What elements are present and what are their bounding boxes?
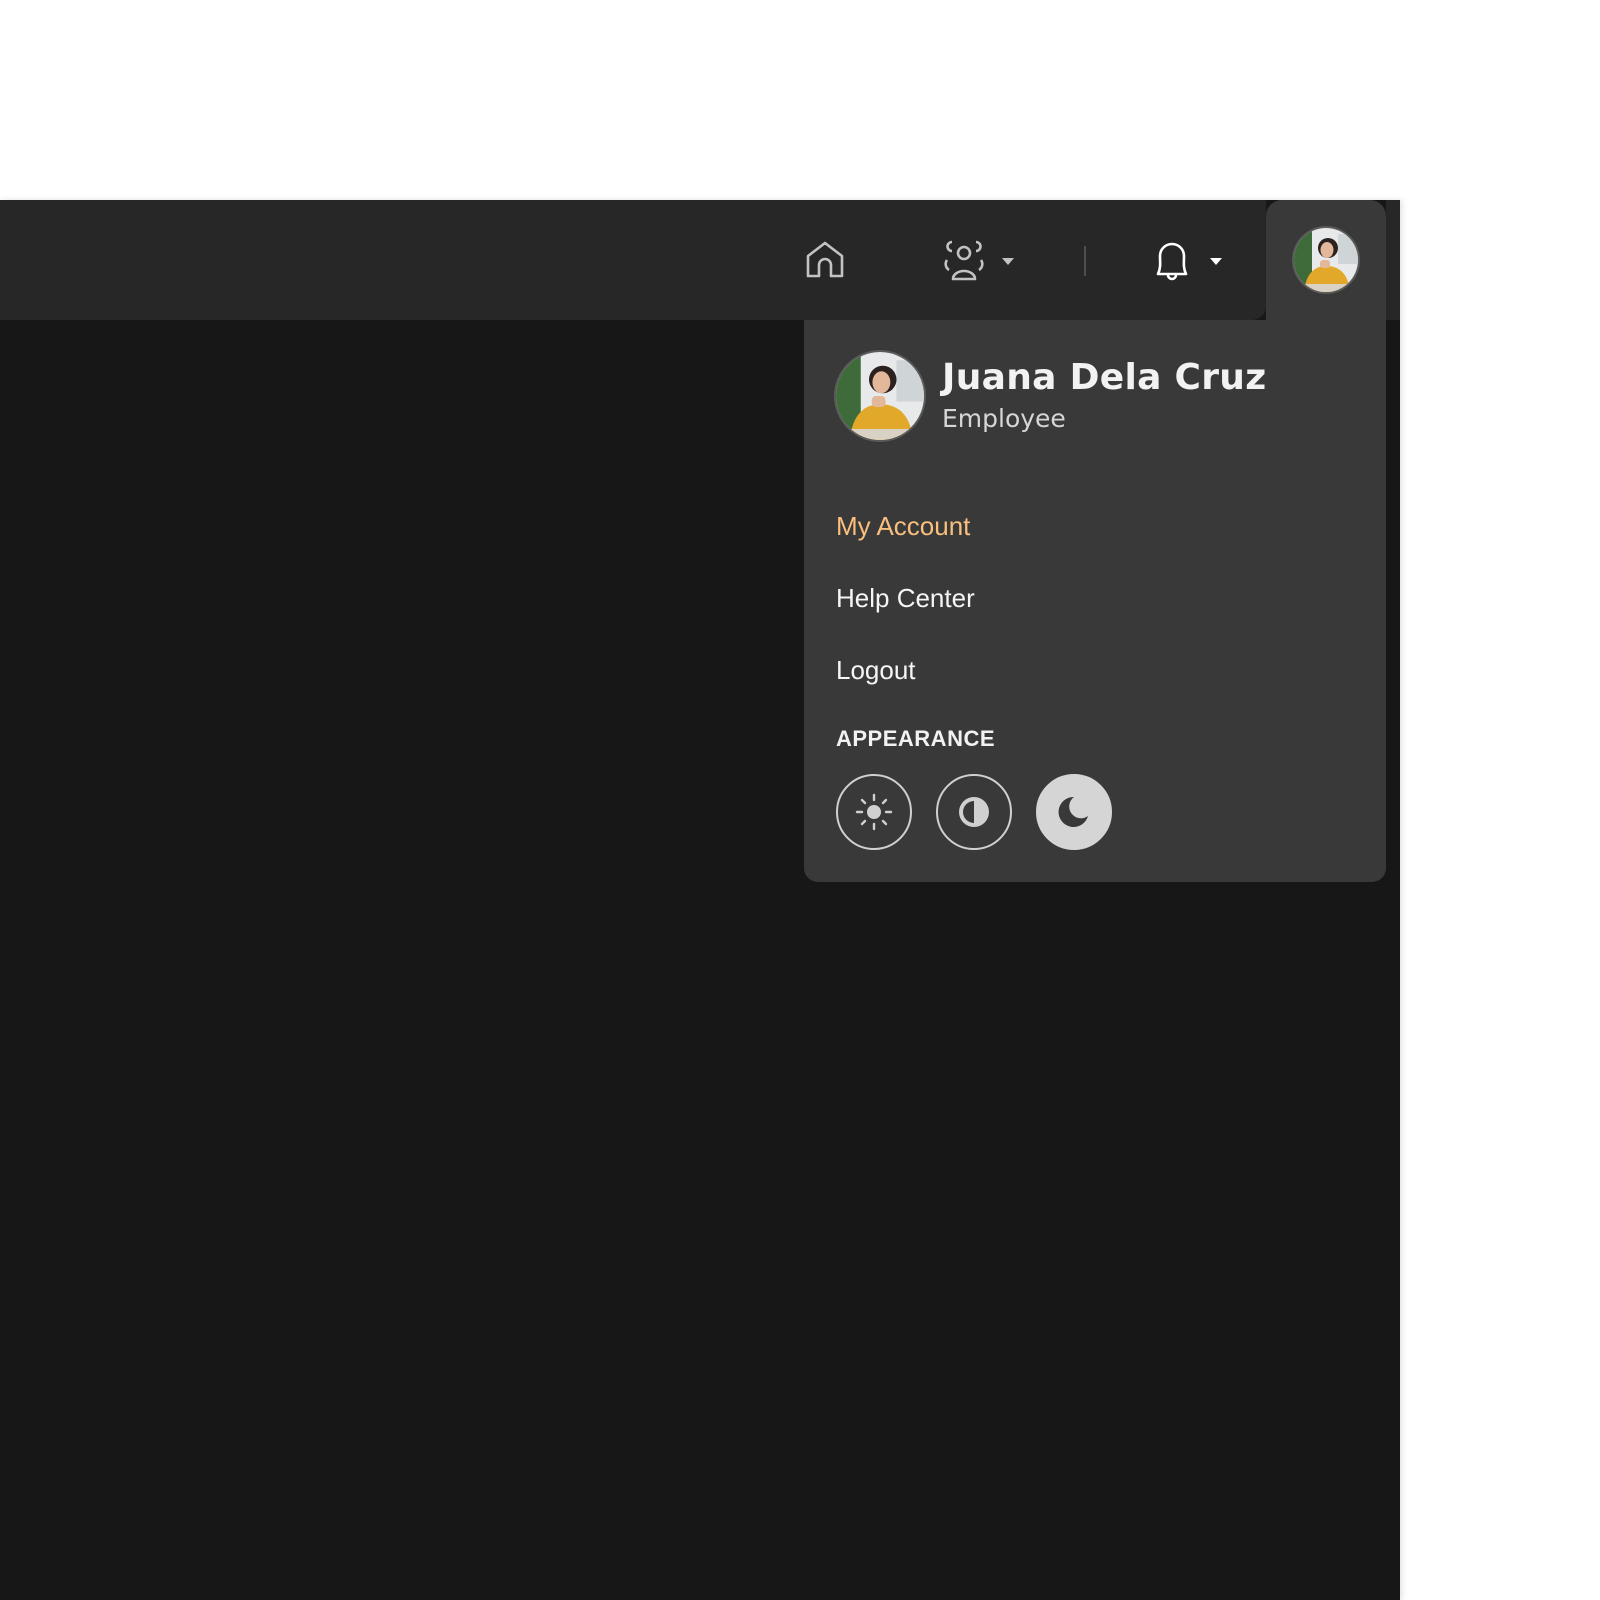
chevron-down-icon (1210, 257, 1222, 265)
theme-light-button[interactable] (836, 774, 912, 850)
profile-menu-list: My Account Help Center Logout (836, 490, 1356, 706)
profile-menu-button[interactable] (1266, 200, 1386, 330)
team-menu-button[interactable] (940, 238, 1014, 284)
moon-icon (1058, 796, 1088, 827)
appearance-options (836, 774, 1112, 850)
contrast-icon (959, 797, 989, 827)
menu-item-my-account[interactable]: My Account (836, 490, 1356, 562)
chevron-down-icon (1002, 257, 1014, 265)
user-name: Juana Dela Cruz (942, 357, 1267, 398)
top-header (0, 200, 1266, 320)
app-window: Juana Dela Cruz Employee My Account Help… (0, 200, 1400, 1600)
theme-system-button[interactable] (936, 774, 1012, 850)
sun-icon (855, 793, 893, 831)
home-button[interactable] (803, 238, 847, 282)
avatar-photo (836, 352, 924, 440)
header-right-edge (1386, 200, 1400, 320)
header-divider (1084, 246, 1086, 276)
user-role: Employee (942, 404, 1066, 433)
home-icon (806, 241, 844, 278)
avatar-photo (1294, 228, 1358, 292)
menu-item-logout[interactable]: Logout (836, 634, 1356, 706)
notifications-button[interactable] (1150, 238, 1222, 284)
team-icon (944, 240, 984, 281)
profile-dropdown-menu: Juana Dela Cruz Employee My Account Help… (804, 320, 1386, 882)
appearance-heading: APPEARANCE (836, 726, 996, 751)
theme-dark-button[interactable] (1036, 774, 1112, 850)
bell-icon (1156, 242, 1188, 281)
menu-item-help-center[interactable]: Help Center (836, 562, 1356, 634)
profile-summary: Juana Dela Cruz Employee (836, 352, 1267, 440)
avatar (836, 352, 924, 440)
avatar (1294, 228, 1358, 292)
